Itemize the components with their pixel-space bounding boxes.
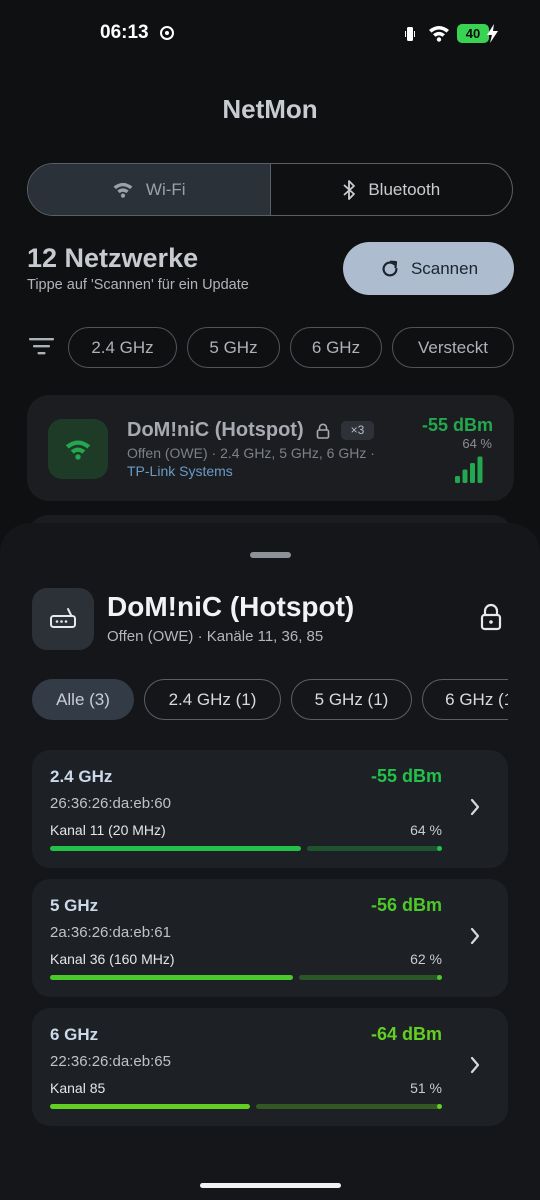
wifi-icon [65, 440, 91, 460]
status-bar: 06:13 40 [0, 0, 540, 66]
bluetooth-icon [343, 179, 356, 200]
lock-icon [316, 423, 330, 439]
network-signal-dbm: -55 dBm [421, 415, 493, 435]
chevron-right-icon [470, 798, 480, 816]
band-signal-percent: 51 % [410, 1080, 442, 1096]
signal-level-track [256, 1104, 442, 1109]
band-signal-dbm: -64 dBm [370, 1024, 442, 1044]
scan-button[interactable]: Scannen [343, 242, 514, 295]
network-name: DoM!niC (Hotspot) [127, 419, 304, 441]
signal-level-end-dot [437, 846, 442, 851]
band-signal-percent: 64 % [410, 822, 442, 838]
signal-level-fill [50, 975, 293, 980]
band-name: 5 GHz [50, 896, 99, 915]
network-detail-sheet: DoM!niC (Hotspot) Offen (OWE) · Kanäle 1… [0, 523, 540, 1200]
signal-bar [462, 469, 468, 483]
network-details: Offen (OWE) · 2.4 GHz, 5 GHz, 6 GHz · [127, 445, 375, 461]
band-tab-2-4ghz[interactable]: 2.4 GHz (1) [144, 679, 281, 720]
filter-chip-5ghz[interactable]: 5 GHz [187, 327, 280, 368]
band-channel: Kanal 36 (160 MHz) [50, 951, 175, 967]
band-tab-5ghz[interactable]: 5 GHz (1) [291, 679, 412, 720]
scan-button-label: Scannen [410, 258, 479, 278]
filter-chip-6ghz[interactable]: 6 GHz [290, 327, 382, 368]
tab-bluetooth[interactable]: Bluetooth [271, 164, 513, 215]
app-screen: 06:13 40 NetMon Wi-Fi Bluetooth 12 Netzw… [0, 0, 540, 1200]
signal-level-fill [50, 846, 301, 851]
wifi-icon [113, 182, 133, 198]
network-vendor: TP-Link Systems [127, 463, 233, 479]
band-channel: Kanal 85 [50, 1080, 106, 1096]
signal-level-track [307, 846, 442, 851]
band-signal-dbm: -55 dBm [370, 766, 442, 786]
router-icon [50, 608, 76, 628]
band-card[interactable]: 5 GHz -56 dBm 2a:36:26:da:eb:61 Kanal 36… [32, 879, 508, 997]
wifi-status-icon [429, 26, 449, 42]
band-signal-dbm: -56 dBm [370, 895, 442, 915]
signal-level-end-dot [437, 1104, 442, 1109]
band-mac-address: 2a:36:26:da:eb:61 [50, 924, 171, 941]
network-count: 12 Netzwerke [27, 243, 199, 273]
band-name: 6 GHz [50, 1025, 99, 1044]
tab-wifi-label: Wi-Fi [145, 179, 186, 199]
refresh-icon [382, 260, 398, 276]
status-time: 06:13 [100, 22, 149, 43]
signal-level-bar [50, 975, 442, 980]
battery-indicator: 40 [457, 24, 489, 43]
chevron-right-icon [470, 1056, 480, 1074]
band-card[interactable]: 2.4 GHz -55 dBm 26:36:26:da:eb:60 Kanal … [32, 750, 508, 868]
network-signal-percent: 64 % [462, 436, 492, 451]
chevron-right-icon [470, 927, 480, 945]
signal-bar [470, 463, 475, 483]
router-icon-box [32, 588, 94, 650]
band-name: 2.4 GHz [50, 767, 113, 786]
band-tab-6ghz[interactable]: 6 GHz (1) [422, 679, 508, 720]
tab-bluetooth-label: Bluetooth [368, 179, 441, 199]
scan-hint: Tippe auf 'Scannen' für ein Update [27, 277, 249, 293]
home-indicator[interactable] [200, 1183, 341, 1188]
network-icon-box [48, 419, 108, 479]
signal-level-bar [50, 1104, 442, 1109]
signal-level-bar [50, 846, 442, 851]
vibrate-icon [405, 27, 415, 41]
mode-switch: Wi-Fi Bluetooth [27, 163, 513, 216]
sheet-title: DoM!niC (Hotspot) [107, 591, 355, 622]
signal-level-end-dot [437, 975, 442, 980]
tab-wifi[interactable]: Wi-Fi [28, 164, 271, 215]
sheet-subtitle: Offen (OWE) · Kanäle 11, 36, 85 [107, 628, 324, 645]
band-signal-percent: 62 % [410, 951, 442, 967]
signal-bar [477, 456, 483, 483]
band-mac-address: 26:36:26:da:eb:60 [50, 795, 171, 812]
signal-level-track [299, 975, 442, 980]
band-tab-all[interactable]: Alle (3) [32, 679, 134, 720]
lock-icon [480, 603, 502, 631]
band-channel: Kanal 11 (20 MHz) [50, 822, 166, 838]
band-mac-address: 22:36:26:da:eb:65 [50, 1053, 171, 1070]
network-card[interactable]: DoM!niC (Hotspot) ×3 Offen (OWE) · 2.4 G… [27, 395, 514, 501]
drag-handle[interactable] [250, 552, 291, 558]
filter-icon[interactable] [29, 337, 54, 355]
record-icon [160, 26, 174, 40]
signal-bar [455, 476, 460, 483]
signal-level-fill [50, 1104, 250, 1109]
band-card[interactable]: 6 GHz -64 dBm 22:36:26:da:eb:65 Kanal 85… [32, 1008, 508, 1126]
signal-strength-icon [455, 456, 483, 483]
app-title: NetMon [222, 94, 318, 124]
band-tabs: Alle (3) 2.4 GHz (1) 5 GHz (1) 6 GHz (1) [32, 673, 508, 727]
filter-chip-hidden[interactable]: Versteckt [392, 327, 514, 368]
network-count-badge: ×3 [341, 421, 374, 440]
charging-icon [487, 24, 498, 43]
filter-chip-2-4ghz[interactable]: 2.4 GHz [68, 327, 177, 368]
